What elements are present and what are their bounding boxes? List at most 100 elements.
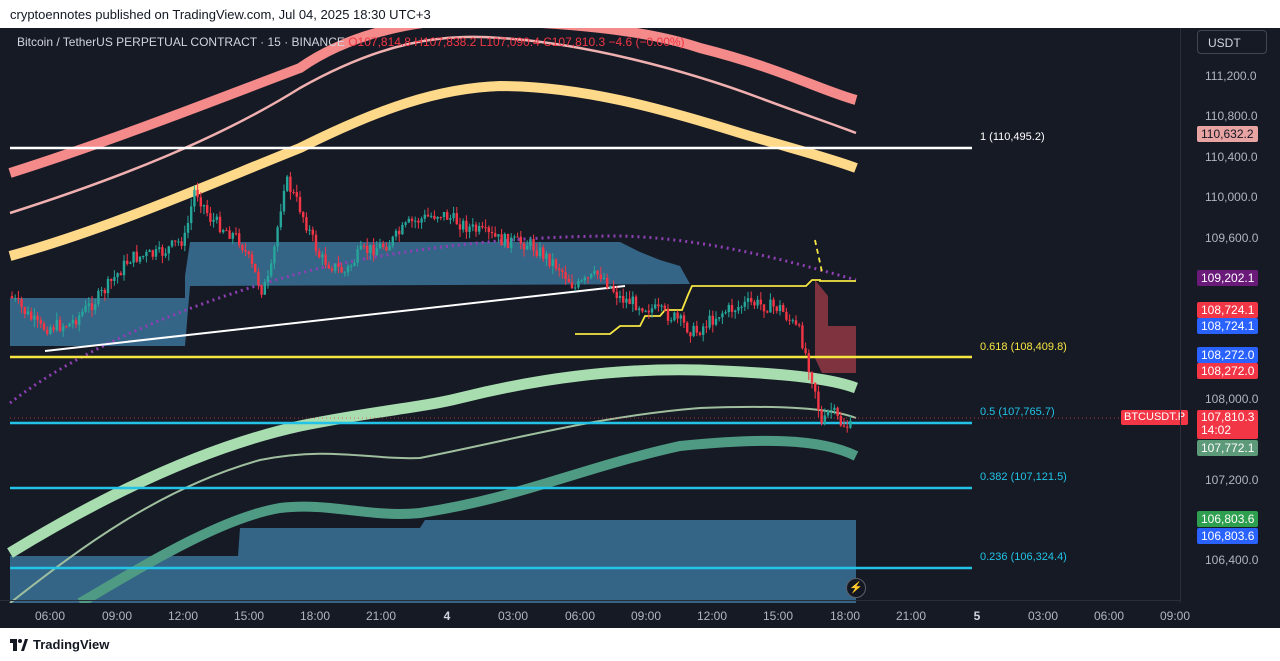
candle-body	[10, 296, 14, 298]
candle-body	[846, 426, 849, 428]
lightning-icon[interactable]: ⚡	[846, 578, 866, 598]
candle-body	[711, 315, 714, 325]
price-tag-108272-red: 108,272.0	[1197, 363, 1259, 379]
price-tick: 110,400.0	[1205, 150, 1258, 164]
candle-body	[830, 409, 833, 411]
candle-body	[343, 272, 346, 274]
candle-body	[298, 196, 302, 213]
candle-body	[487, 227, 490, 232]
candle-body	[289, 176, 292, 192]
candle-body	[705, 326, 708, 328]
price-tag-108724-red: 108,724.1	[1197, 302, 1259, 318]
tradingview-logo-icon	[10, 638, 28, 651]
candle-body	[516, 236, 519, 238]
candle-body	[420, 218, 423, 223]
candle-body	[302, 212, 305, 218]
candle-body	[410, 218, 414, 222]
candle-body	[740, 306, 743, 308]
candle-body	[145, 252, 148, 257]
candle-body	[490, 231, 494, 234]
candle-body	[686, 322, 689, 333]
candle-body	[494, 233, 497, 237]
tradingview-logo[interactable]: TradingView	[10, 637, 109, 652]
candle-body	[193, 189, 196, 207]
candle-body	[510, 237, 513, 249]
price-tick: 109,600.0	[1205, 231, 1259, 245]
price-tag-106803-green: 106,803.6	[1197, 511, 1259, 527]
candle-body	[526, 245, 529, 250]
candle-body	[436, 216, 439, 219]
candle-body	[273, 246, 276, 264]
candle-body	[26, 311, 30, 314]
time-axis[interactable]: 06:00 09:00 12:00 15:00 18:00 21:00 4 03…	[0, 600, 1190, 628]
candle-body	[615, 291, 618, 299]
candle-body	[404, 222, 407, 225]
candle-body	[586, 277, 590, 279]
candle-body	[135, 251, 138, 262]
candle-body	[769, 299, 772, 313]
candle-body	[330, 268, 334, 271]
candle-body	[689, 332, 692, 337]
time-label: 21:00	[895, 609, 927, 623]
candle-body	[519, 236, 522, 244]
candle-body	[58, 319, 62, 331]
time-label-day: 5	[973, 609, 981, 623]
candle-body	[513, 236, 516, 238]
candle-body	[682, 315, 686, 323]
candle-body	[378, 243, 382, 249]
candle-body	[455, 213, 458, 225]
chart-canvas[interactable]	[0, 28, 1180, 603]
candle-body	[126, 260, 129, 264]
candle-body	[250, 254, 254, 264]
candle-body	[638, 308, 641, 311]
candle-body	[558, 268, 561, 271]
price-tick: 106,400.0	[1205, 553, 1259, 567]
candle-body	[695, 325, 698, 333]
candle-body	[142, 256, 145, 258]
candle-body	[657, 304, 660, 307]
candle-body	[593, 270, 596, 274]
cloud-band-red	[815, 280, 856, 373]
candle-body	[33, 315, 36, 320]
candle-body	[462, 220, 465, 230]
candle-body	[55, 319, 58, 331]
candle-body	[292, 191, 295, 193]
candle-body	[663, 305, 666, 309]
candle-body	[257, 272, 260, 286]
candle-body	[785, 311, 788, 320]
candle-body	[87, 303, 90, 306]
candle-body	[580, 280, 583, 282]
candle-body	[334, 263, 337, 271]
candle-body	[407, 218, 410, 223]
time-label: 21:00	[365, 609, 397, 623]
symbol-legend[interactable]: Bitcoin / TetherUS PERPETUAL CONTRACT · …	[17, 35, 685, 49]
candle-body	[654, 304, 657, 309]
candle-body	[641, 308, 644, 312]
candle-body	[154, 249, 158, 257]
candle-body	[119, 273, 122, 276]
candle-body	[183, 232, 186, 246]
candle-body	[148, 250, 151, 253]
supertrend-dash	[814, 239, 823, 273]
candle-body	[650, 308, 654, 313]
candle-body	[567, 278, 570, 283]
chart-pane[interactable]: Bitcoin / TetherUS PERPETUAL CONTRACT · …	[0, 28, 1280, 628]
candle-body	[542, 247, 545, 259]
candle-body	[84, 305, 87, 312]
candle-body	[270, 263, 273, 276]
candle-body	[295, 192, 298, 197]
candle-body	[327, 264, 330, 269]
candle-body	[346, 266, 350, 273]
candle-body	[468, 226, 471, 232]
candle-body	[660, 305, 663, 307]
candle-body	[263, 281, 266, 295]
candle-body	[97, 290, 100, 304]
candle-body	[782, 305, 785, 312]
price-scale[interactable]: 111,200.0 110,800.0 110,400.0 110,000.0 …	[1180, 28, 1280, 603]
candle-body	[52, 327, 55, 331]
candle-body	[676, 312, 679, 319]
candle-body	[318, 251, 321, 258]
candle-body	[746, 298, 750, 302]
candle-body	[602, 278, 606, 280]
candle-body	[286, 176, 289, 191]
